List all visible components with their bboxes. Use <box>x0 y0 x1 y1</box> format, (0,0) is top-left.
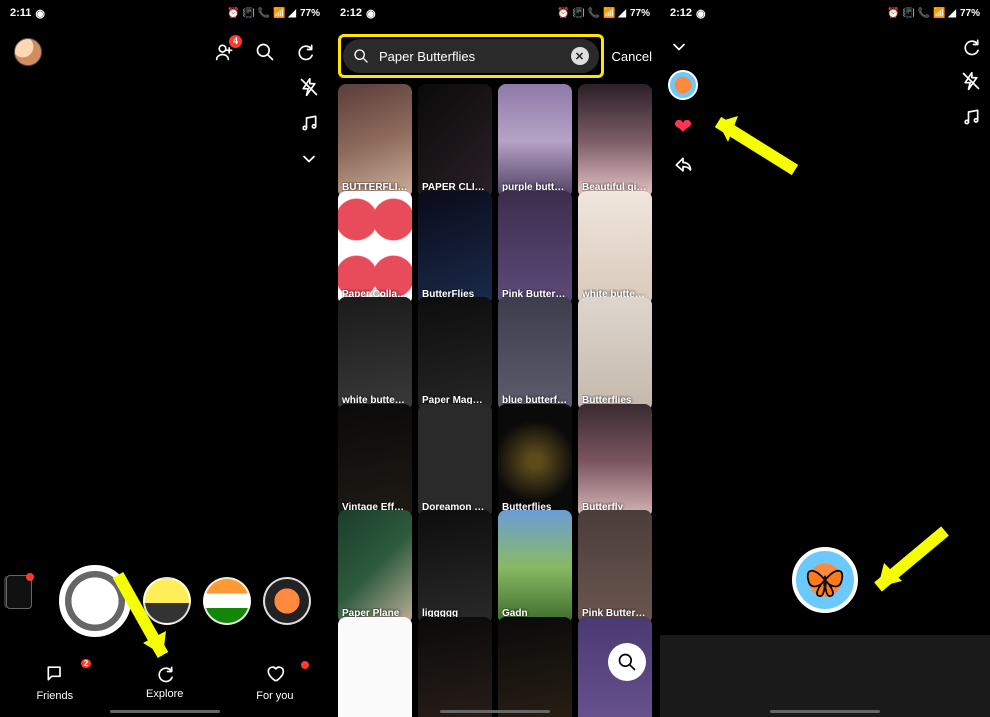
lens-result-item[interactable]: Pink Butterfl… <box>578 510 652 624</box>
lens-result-item[interactable]: Doreamon P… <box>418 404 492 518</box>
search-icon <box>353 48 369 64</box>
status-icons: ⏰ 📳 📞 📶 ◢ <box>887 8 956 19</box>
lens-search-screen: 2:12 ◉ ⏰ 📳 📞 📶 ◢ 77% ✕ Cancel BUTTERFLIE… <box>330 0 660 717</box>
search-fab[interactable] <box>608 643 646 681</box>
add-friend-badge: 4 <box>229 35 242 48</box>
lens-result-item[interactable] <box>338 617 412 717</box>
lens-result-item[interactable]: white butter… <box>338 297 412 411</box>
home-indicator <box>110 710 220 713</box>
status-app-icon: ◉ <box>366 7 376 20</box>
lens-result-item[interactable]: ButterFlies <box>418 191 492 305</box>
lens-tabbar: 2 Friends Explore For you <box>0 647 330 717</box>
status-bar: 2:12 ◉ ⏰ 📳 📞 📶 ◢ 77% <box>660 0 990 26</box>
status-icons: ⏰ 📳 📞 📶 ◢ <box>557 8 626 19</box>
lens-result-item[interactable]: blue butterfl… <box>498 297 572 411</box>
shutter-button[interactable] <box>59 565 131 637</box>
search-button[interactable] <box>254 41 276 63</box>
status-battery: 77% <box>630 8 650 19</box>
lens-result-item[interactable]: purple butte… <box>498 84 572 198</box>
active-lens-button[interactable] <box>792 547 858 613</box>
profile-avatar[interactable] <box>14 38 42 66</box>
lens-result-item[interactable]: Butterflies <box>578 297 652 411</box>
lens-thumb[interactable] <box>203 577 251 625</box>
lens-result-item[interactable]: white butter… <box>578 191 652 305</box>
tab-explore[interactable]: Explore <box>146 664 183 700</box>
flash-icon[interactable] <box>298 76 320 98</box>
status-app-icon: ◉ <box>696 7 706 20</box>
lens-result-item[interactable]: PAPER CLIP … <box>418 84 492 198</box>
flip-camera-button[interactable] <box>294 41 316 63</box>
collapse-chevron-icon[interactable] <box>668 36 690 58</box>
lens-result-item[interactable]: Beautiful girls <box>578 84 652 198</box>
status-icons: ⏰ 📳 📞 📶 ◢ <box>227 8 296 19</box>
tab-for-you[interactable]: For you <box>256 663 293 702</box>
camera-screen: 2:11 ◉ ⏰ 📳 📞 📶 ◢ 77% 4 <box>0 0 330 717</box>
butterfly-icon <box>802 557 848 603</box>
lens-thumb[interactable] <box>263 577 311 625</box>
annotation-arrow <box>700 110 800 180</box>
lens-result-item[interactable] <box>498 617 572 717</box>
status-app-icon: ◉ <box>35 7 45 20</box>
lens-thumb[interactable] <box>143 577 191 625</box>
lens-result-item[interactable]: Gadn <box>498 510 572 624</box>
more-tools-chevron[interactable] <box>298 148 320 170</box>
home-indicator <box>440 710 550 713</box>
status-battery: 77% <box>960 8 980 19</box>
lens-result-item[interactable]: Paper Plane <box>338 510 412 624</box>
search-box[interactable]: ✕ <box>343 39 599 73</box>
add-friend-button[interactable]: 4 <box>214 41 236 63</box>
lens-result-item[interactable] <box>418 617 492 717</box>
bottom-panel <box>660 635 990 717</box>
flip-camera-button[interactable] <box>960 36 982 58</box>
status-time: 2:12 <box>670 7 692 19</box>
lens-preview-screen: 2:12 ◉ ⏰ 📳 📞 📶 ◢ 77% ❤ <box>660 0 990 717</box>
cancel-button[interactable]: Cancel <box>612 49 652 64</box>
music-icon[interactable] <box>298 112 320 134</box>
status-time: 2:11 <box>10 7 31 19</box>
lens-carousel[interactable] <box>0 565 330 637</box>
share-icon[interactable] <box>672 154 694 176</box>
lens-result-grid[interactable]: BUTTERFLIESPAPER CLIP …purple butte…Beau… <box>338 84 652 717</box>
lens-creator-avatar[interactable] <box>668 70 698 100</box>
favorite-heart-icon[interactable]: ❤ <box>674 114 692 140</box>
status-battery: 77% <box>300 8 320 19</box>
annotation-arrow <box>860 525 950 605</box>
status-bar: 2:11 ◉ ⏰ 📳 📞 📶 ◢ 77% <box>0 0 330 26</box>
lens-result-item[interactable]: Butterfly <box>578 404 652 518</box>
lens-result-item[interactable]: Paper Collage <box>338 191 412 305</box>
lens-result-item[interactable]: Vintage Effect <box>338 404 412 518</box>
status-time: 2:12 <box>340 7 362 19</box>
search-icon <box>617 652 637 672</box>
status-bar: 2:12 ◉ ⏰ 📳 📞 📶 ◢ 77% <box>330 0 660 26</box>
clear-search-icon[interactable]: ✕ <box>571 47 589 65</box>
lens-result-item[interactable]: liggggg <box>418 510 492 624</box>
music-icon[interactable] <box>960 106 982 128</box>
home-indicator <box>770 710 880 713</box>
search-input[interactable] <box>377 48 563 65</box>
lens-result-item[interactable]: BUTTERFLIES <box>338 84 412 198</box>
search-highlight: ✕ <box>338 34 604 78</box>
tab-friends[interactable]: 2 Friends <box>36 663 73 702</box>
flash-icon[interactable] <box>960 70 982 92</box>
lens-result-item[interactable]: Pink Butterfl… <box>498 191 572 305</box>
lens-result-item[interactable]: Butterflies <box>498 404 572 518</box>
lens-result-item[interactable]: Paper Maga… <box>418 297 492 411</box>
